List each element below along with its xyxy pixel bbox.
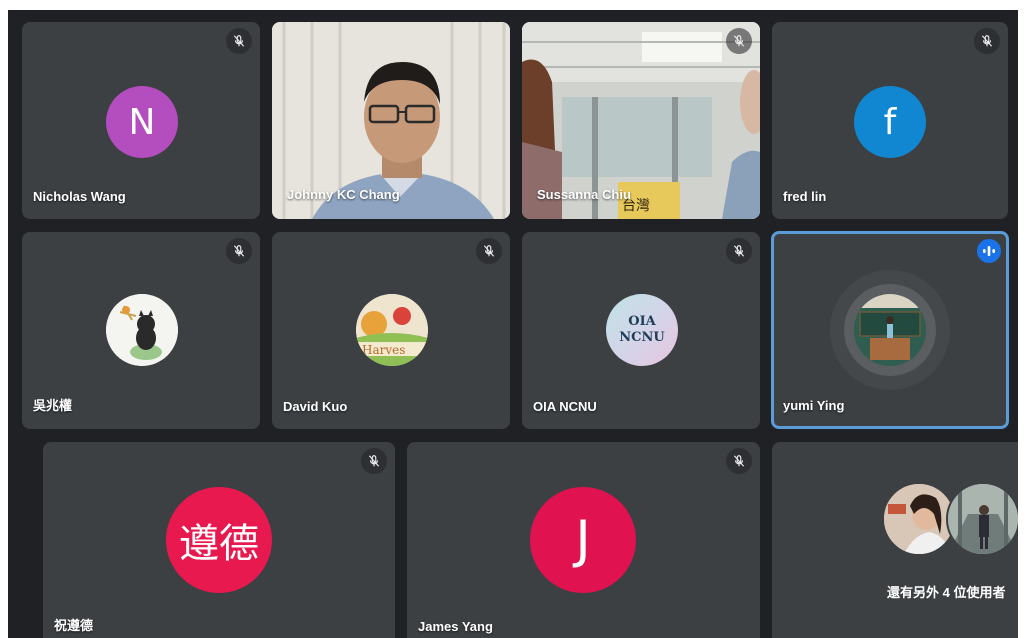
participant-name: fred lin	[783, 189, 827, 204]
avatar-cartoon-photo	[106, 294, 178, 366]
participant-tile-nicholas-wang[interactable]: N Nicholas Wang	[22, 22, 260, 219]
speaking-indicator-icon	[977, 239, 1001, 263]
participant-tile-fred-lin[interactable]: f fred lin	[772, 22, 1008, 219]
participant-name: Sussanna Chiu	[537, 187, 631, 202]
avatar-other-1	[882, 482, 956, 556]
participant-name: 吳兆權	[33, 398, 73, 413]
participant-name: Nicholas Wang	[33, 189, 126, 204]
participant-name: James Yang	[418, 619, 493, 634]
participant-tile-james-yang[interactable]: J James Yang	[407, 442, 760, 638]
participant-name: Johnny KC Chang	[287, 187, 400, 202]
avatar-logo-photo: Harves	[356, 294, 428, 366]
participant-tile-oia-ncnu[interactable]: OIA NCNU OIA NCNU	[522, 232, 760, 429]
participant-tile-yumi-ying[interactable]: yumi Ying	[771, 231, 1009, 429]
participant-tile-johnny-kc-chang[interactable]: Johnny KC Chang	[272, 22, 510, 219]
participant-name: 祝遵德	[54, 618, 94, 633]
participant-tile-zhu-zun-de[interactable]: 遵德 祝遵德	[43, 442, 395, 638]
participant-name: David Kuo	[283, 399, 348, 414]
mic-off-icon	[226, 238, 252, 264]
mic-off-icon	[361, 448, 387, 474]
mic-off-icon	[726, 28, 752, 54]
mic-off-icon	[726, 238, 752, 264]
mic-off-icon	[476, 238, 502, 264]
others-label: 還有另外 4 位使用者	[887, 585, 1006, 600]
meeting-grid: N Nicholas Wang Johnny KC Chang 台灣 Sussa…	[8, 10, 1018, 638]
avatar-other-2	[946, 482, 1018, 556]
avatar-james-yang: J	[530, 487, 636, 593]
avatar-yumi-ying	[854, 294, 926, 366]
avatar-zhu-zun-de: 遵德	[166, 487, 272, 593]
participant-name: OIA NCNU	[533, 399, 597, 414]
mic-off-icon	[974, 28, 1000, 54]
mic-off-icon	[726, 448, 752, 474]
participant-tile-sussanna-chiu[interactable]: 台灣 Sussanna Chiu	[522, 22, 760, 219]
avatar-oia-ncnu: OIA NCNU	[606, 294, 678, 366]
participant-tile-wu-zhao-quan[interactable]: 吳兆權	[22, 232, 260, 429]
logo-text: Harves	[362, 343, 406, 357]
others-tile[interactable]: 還有另外 4 位使用者	[772, 442, 1018, 638]
participant-name: yumi Ying	[783, 398, 845, 413]
mic-off-icon	[226, 28, 252, 54]
avatar-nicholas-wang: N	[106, 86, 178, 158]
participant-tile-david-kuo[interactable]: Harves David Kuo	[272, 232, 510, 429]
avatar-fred-lin: f	[854, 86, 926, 158]
